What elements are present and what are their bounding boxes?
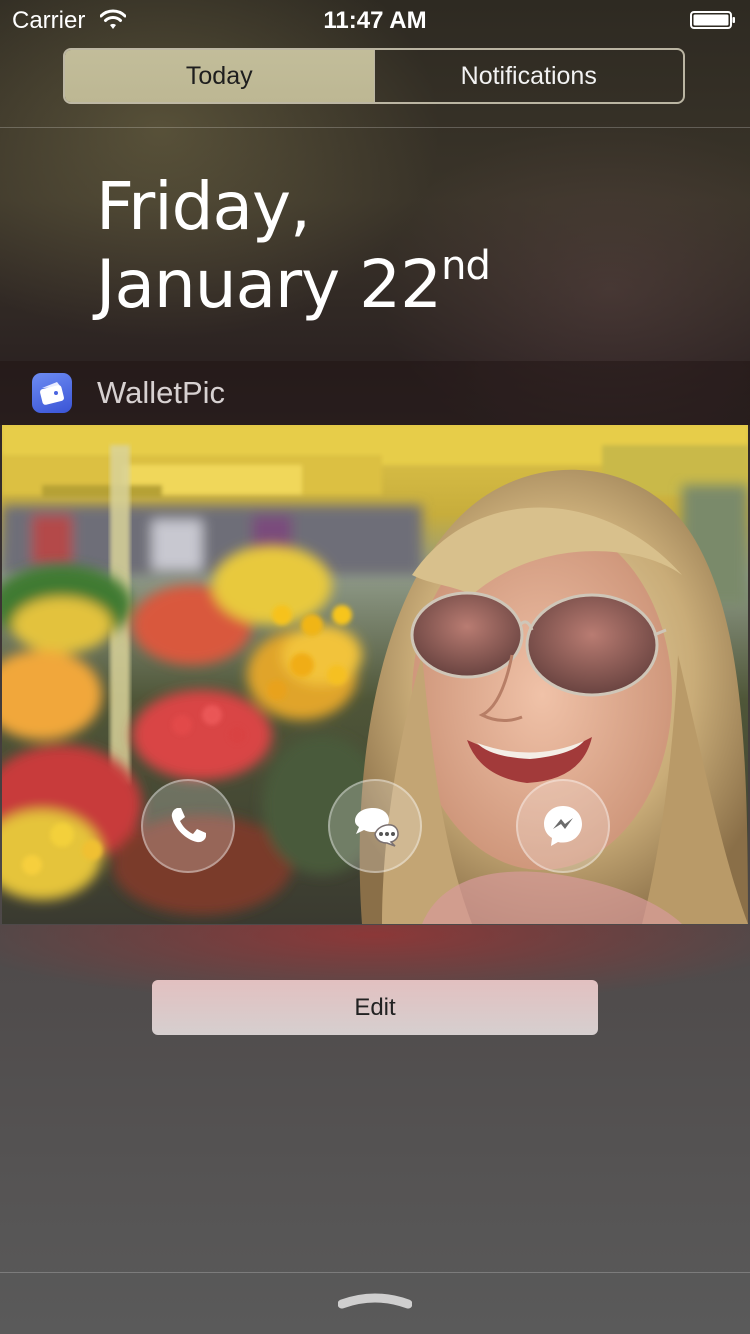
tab-today[interactable]: Today [65,50,374,102]
phone-icon [166,804,210,848]
header-divider [0,127,750,128]
tab-notifications[interactable]: Notifications [373,50,684,102]
status-bar: Carrier 11:47 AM [0,0,750,40]
date-weekday: Friday, [96,168,311,245]
today-notifications-segmented-control: Today Notifications [63,48,685,104]
wallet-icon [32,373,72,413]
message-button[interactable] [328,779,422,873]
status-time: 11:47 AM [323,7,427,34]
date-heading: Friday, January 22nd [96,168,491,324]
call-button[interactable] [141,779,235,873]
date-month-day-line: January 22nd [96,243,491,324]
grabber-handle-icon[interactable] [337,1290,413,1312]
messenger-icon [540,803,586,849]
date-month-day: January 22 [96,246,442,323]
chat-bubbles-icon [351,805,399,847]
edit-button[interactable]: Edit [152,980,598,1035]
messenger-button[interactable] [516,779,610,873]
bottom-divider [0,1272,750,1273]
widget-app-name: WalletPic [97,375,226,410]
battery-icon [690,11,736,29]
widget-header[interactable]: WalletPic [0,361,750,425]
date-suffix: nd [441,243,491,289]
